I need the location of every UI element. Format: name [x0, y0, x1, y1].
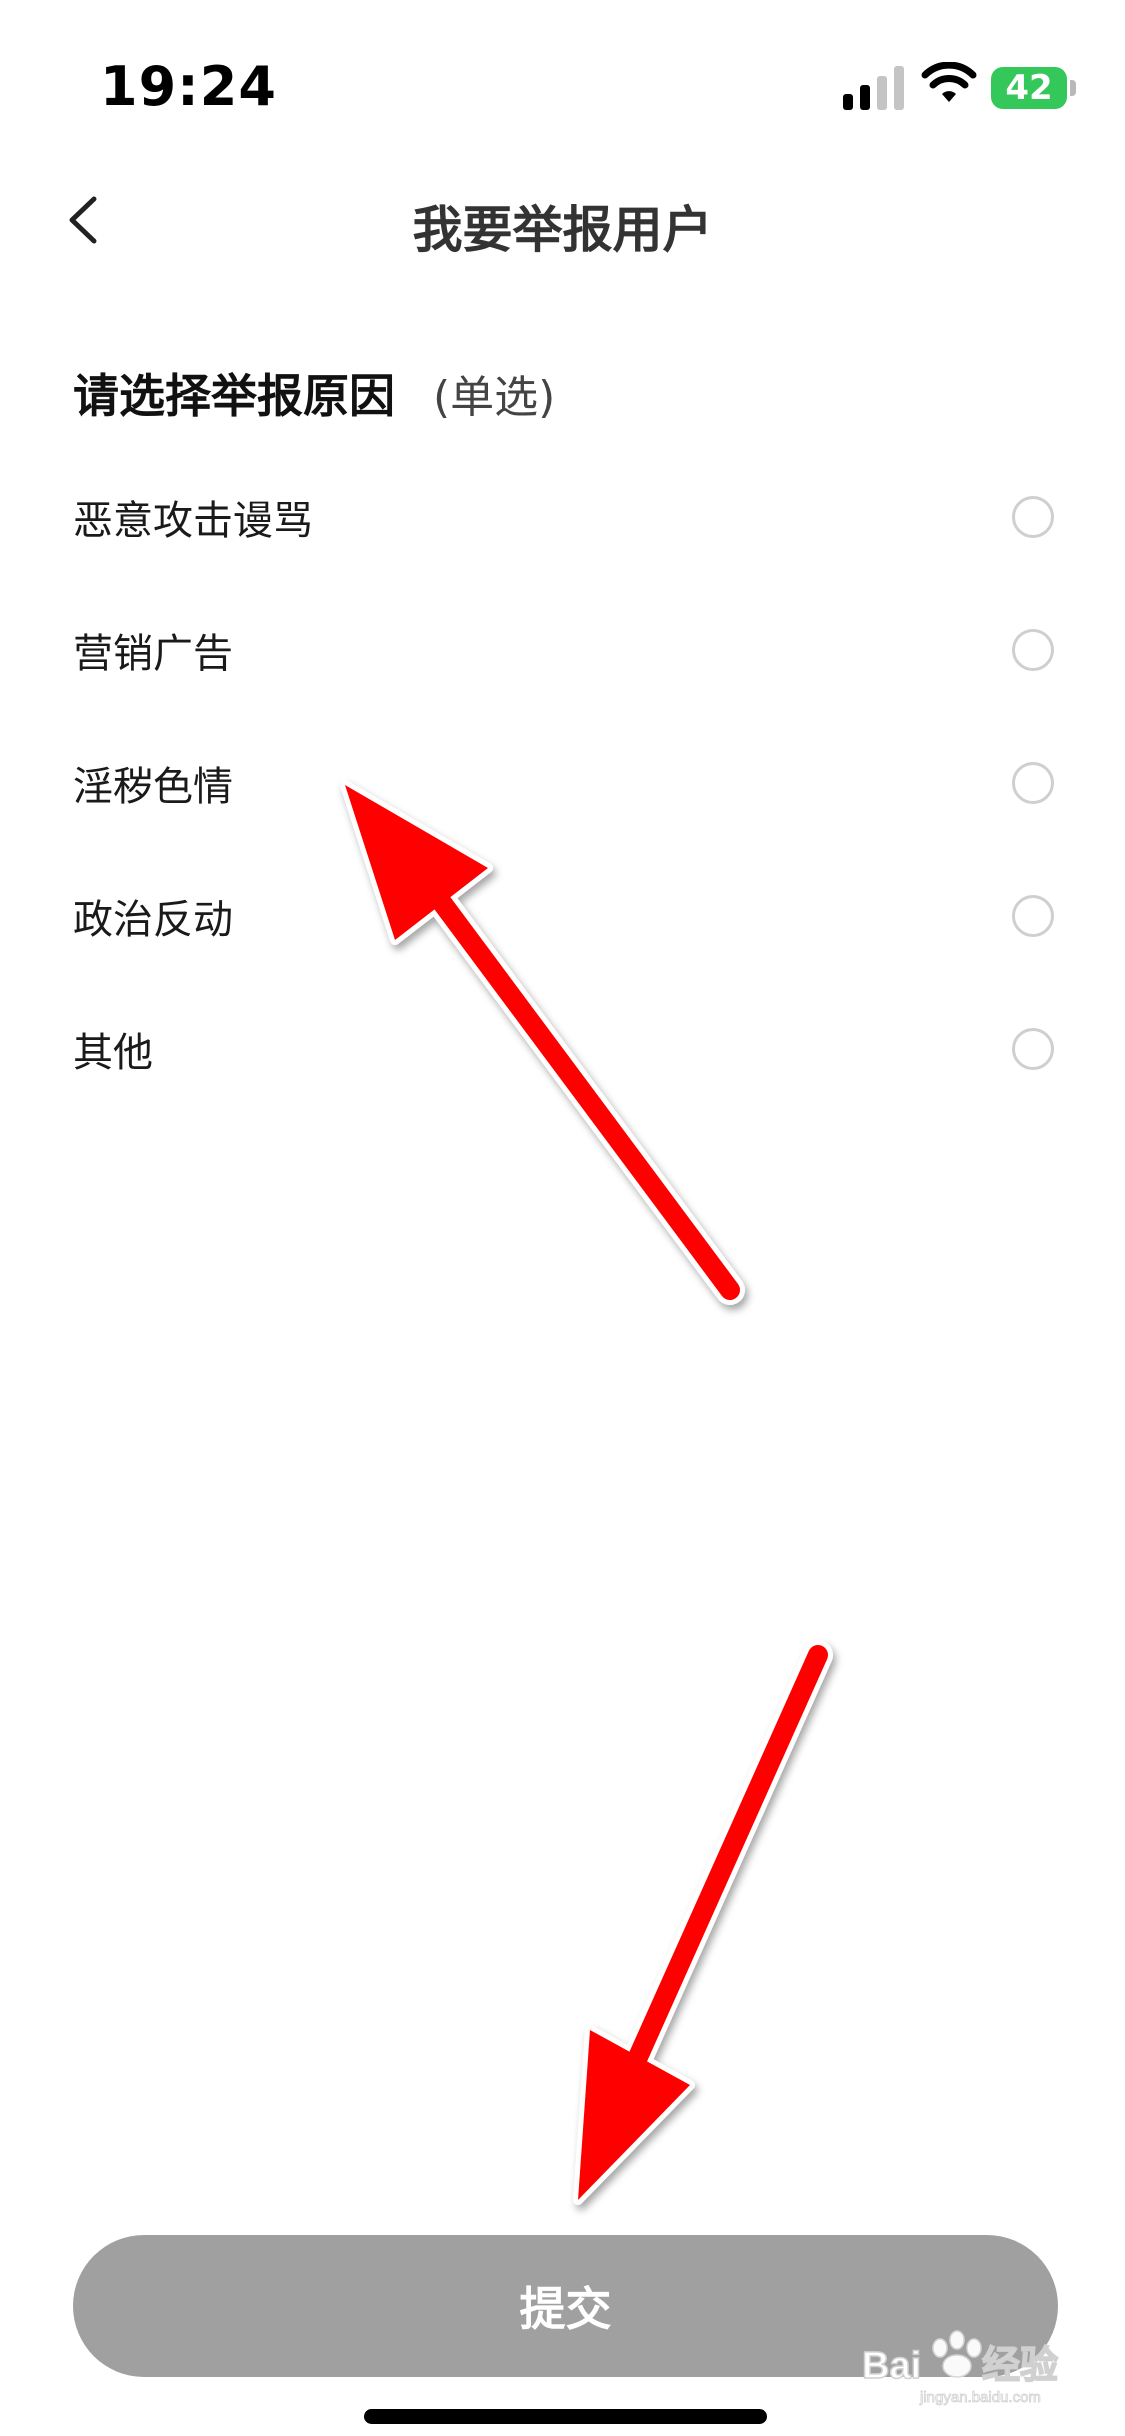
report-user-screen: 19:24 42 我要举报用户 请选择举报原因 (单选) 恶意攻击谩骂 营销广告…: [0, 0, 1125, 2436]
reason-option[interactable]: 营销广告: [0, 583, 1125, 716]
single-choice-hint: (单选): [433, 372, 556, 423]
battery-cap: [1070, 80, 1076, 96]
reason-option[interactable]: 其他: [0, 982, 1125, 1115]
battery-level: 42: [1005, 68, 1053, 108]
wifi-icon: [921, 62, 977, 102]
cellular-signal-icon: [843, 66, 904, 110]
svg-text:Bai: Bai: [862, 2345, 921, 2387]
svg-text:经验: 经验: [982, 2345, 1058, 2387]
radio-button[interactable]: [1012, 628, 1054, 671]
nav-bar: 我要举报用户: [0, 160, 1125, 280]
section-heading: 请选择举报原因 (单选): [73, 360, 555, 423]
reason-option-label: 政治反动: [73, 896, 233, 943]
svg-text:jingyan.baidu.com: jingyan.baidu.com: [919, 2389, 1041, 2406]
status-bar: 19:24 42: [0, 0, 1125, 150]
reason-option[interactable]: 政治反动: [0, 849, 1125, 982]
reason-option[interactable]: 淫秽色情: [0, 716, 1125, 849]
home-indicator: [364, 2409, 767, 2424]
arrow-down-icon: [573, 1640, 833, 2205]
reason-option[interactable]: 恶意攻击谩骂: [0, 450, 1125, 583]
baidu-watermark-logo: Bai 经验 jingyan.baidu.com: [862, 2330, 1059, 2406]
section-title: 请选择举报原因: [73, 369, 395, 423]
battery-icon: 42: [991, 67, 1067, 109]
radio-button[interactable]: [1012, 761, 1054, 804]
status-time: 19:24: [100, 55, 277, 118]
radio-button[interactable]: [1012, 894, 1054, 937]
reason-option-label: 淫秽色情: [73, 763, 233, 810]
reason-option-label: 营销广告: [73, 630, 233, 677]
reason-option-label: 恶意攻击谩骂: [73, 497, 313, 544]
reason-option-label: 其他: [73, 1029, 153, 1076]
radio-button[interactable]: [1012, 1027, 1054, 1070]
reason-option-list: 恶意攻击谩骂 营销广告 淫秽色情 政治反动 其他: [0, 450, 1125, 1115]
radio-button[interactable]: [1012, 495, 1054, 538]
page-title: 我要举报用户: [412, 201, 713, 259]
